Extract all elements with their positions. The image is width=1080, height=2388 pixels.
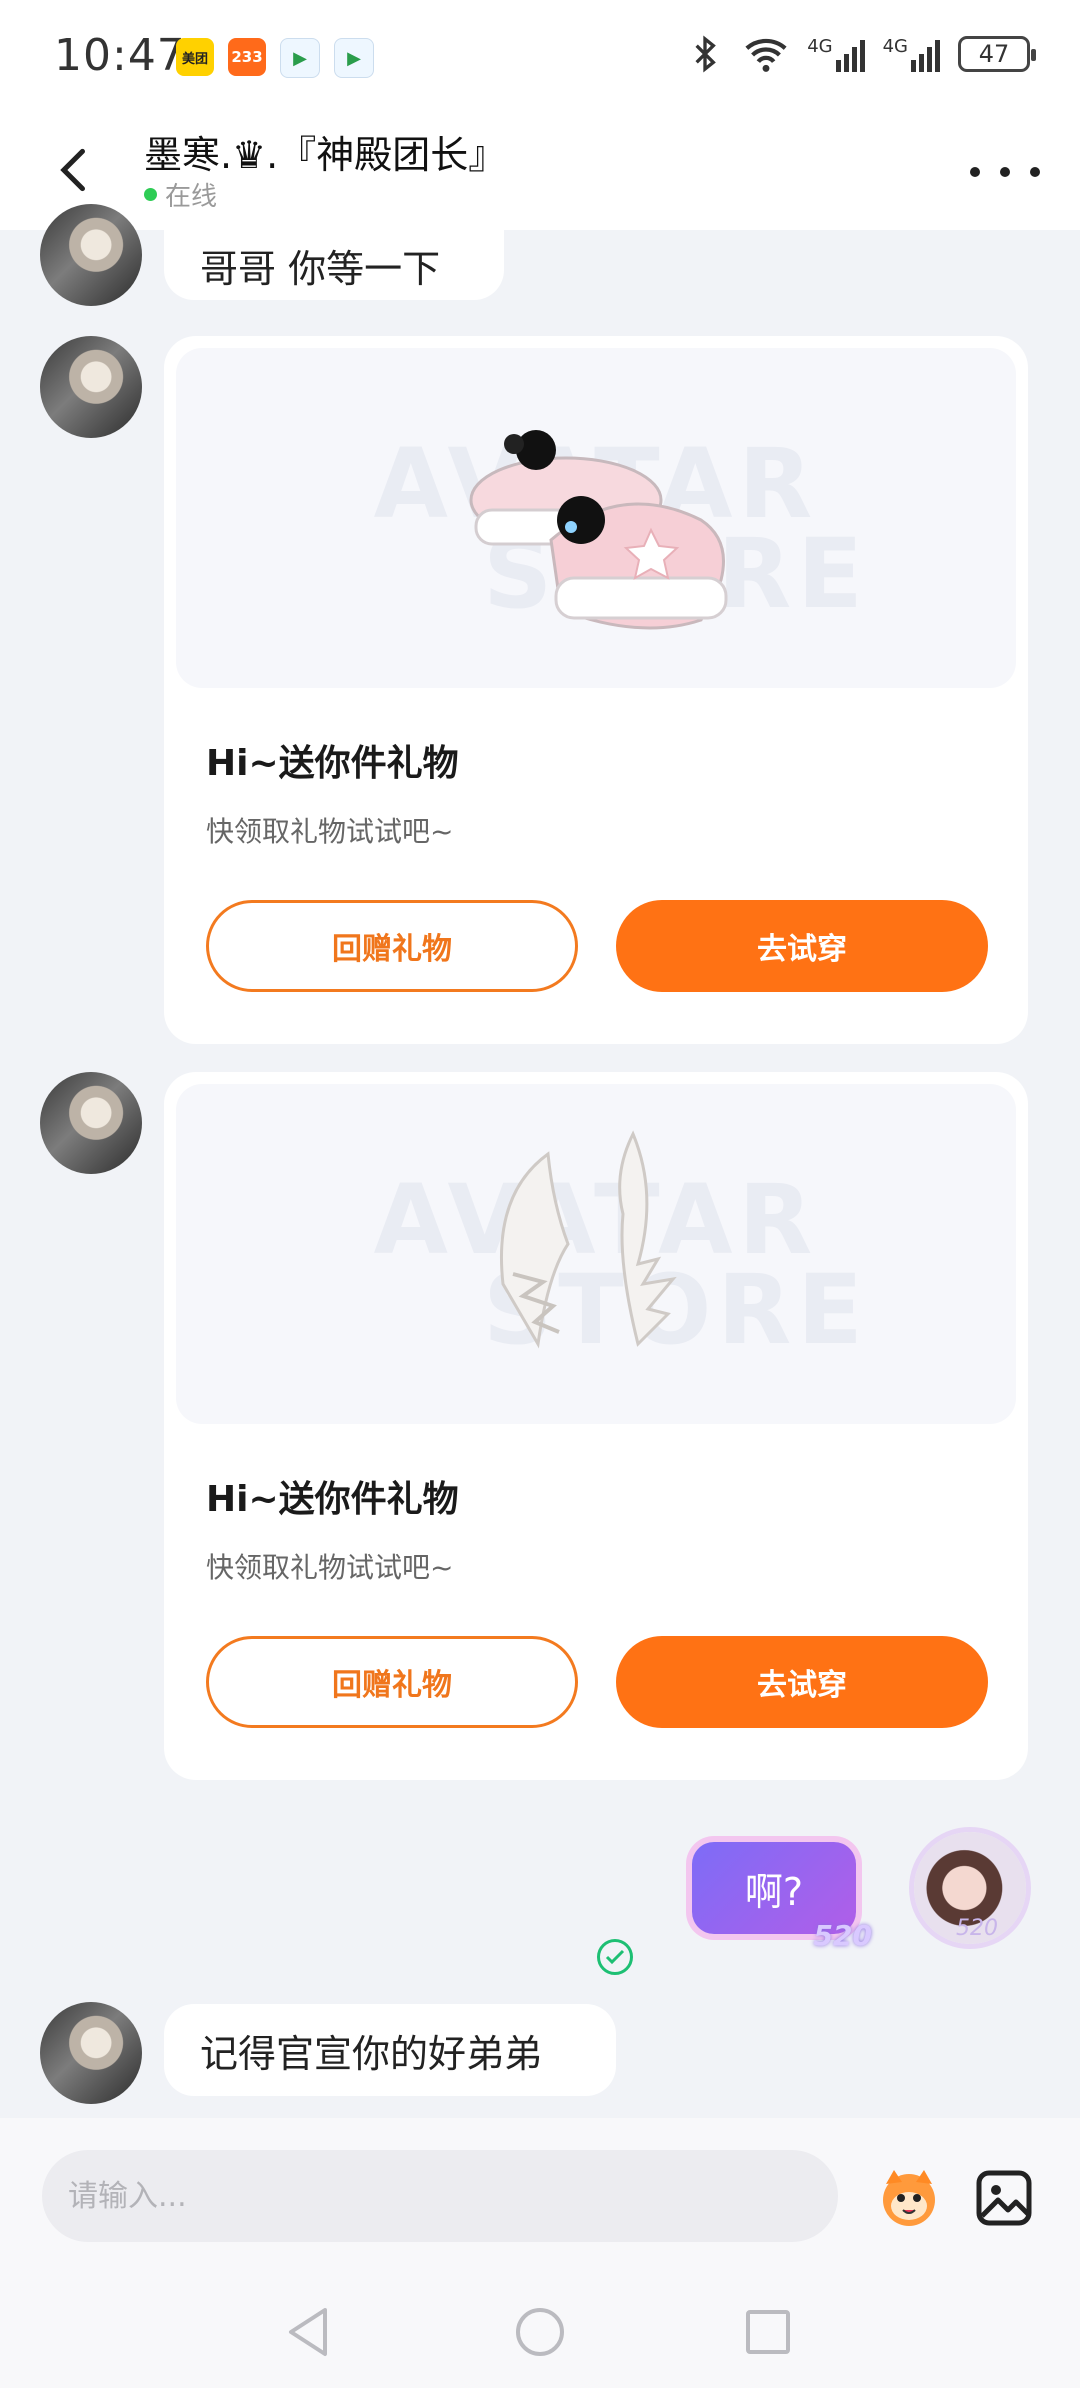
gift-image-sneakers[interactable]: AVATAR STORE: [176, 348, 1016, 688]
gift-subtitle: 快领取礼物试试吧~: [206, 815, 454, 848]
signal-icon-2: 4G: [883, 36, 940, 72]
emoji-button[interactable]: [872, 2164, 946, 2230]
contact-avatar[interactable]: [40, 1072, 142, 1174]
return-gift-button[interactable]: 回赠礼物: [206, 1636, 578, 1728]
battery-icon: 47: [958, 36, 1036, 72]
system-icons: 4G 4G 47: [685, 34, 1036, 74]
online-label: 在线: [165, 182, 218, 212]
meituan-app-icon: 美团: [176, 38, 214, 76]
my-message-bubble[interactable]: 啊? 520: [680, 1828, 872, 1952]
message-input[interactable]: [42, 2150, 838, 2242]
bubble-tag: 520: [813, 1919, 872, 1952]
video-app-icon: ▶: [280, 38, 320, 78]
gift-subtitle: 快领取礼物试试吧~: [206, 1551, 454, 1584]
input-bar: [0, 2118, 1080, 2278]
read-check-icon: [597, 1939, 633, 1975]
try-on-button[interactable]: 去试穿: [616, 900, 988, 992]
system-nav-bar: [0, 2278, 1080, 2388]
signal-icon-1: 4G: [807, 36, 865, 72]
233-app-icon: 233: [228, 38, 266, 76]
gift-image-horns[interactable]: AVATAR STORE: [176, 1084, 1016, 1424]
notification-icons: 美团 233 ▶ ▶: [176, 38, 374, 78]
online-dot: [144, 188, 157, 201]
image-button[interactable]: [976, 2170, 1032, 2226]
gift-card[interactable]: AVATAR STORE Hi~送你件礼物 快领取礼物试试吧~ 回赠礼物 去试穿: [164, 336, 1028, 1044]
try-on-button[interactable]: 去试穿: [616, 1636, 988, 1728]
message-bubble[interactable]: 记得官宣你的好弟弟: [164, 2004, 616, 2096]
video-app-icon-2: ▶: [334, 38, 374, 78]
more-button[interactable]: [970, 152, 1040, 192]
image-icon: [976, 2170, 1032, 2226]
nav-back-button[interactable]: [278, 2302, 338, 2362]
more-icon: [970, 167, 980, 177]
contact-avatar[interactable]: [40, 204, 142, 306]
emoji-icon: [883, 2170, 935, 2226]
sneakers-icon: [469, 430, 728, 630]
horns-icon: [499, 1130, 677, 1349]
gift-title: Hi~送你件礼物: [206, 1479, 459, 1520]
network-label: 4G: [807, 36, 833, 57]
status-time: 10:47: [54, 30, 186, 81]
nav-recents-icon: [746, 2310, 790, 2354]
wifi-icon: [745, 38, 787, 72]
chat-header: 墨寒.♛.『神殿团长』 在线: [0, 110, 1080, 230]
return-gift-button[interactable]: 回赠礼物: [206, 900, 578, 992]
online-status: 在线: [144, 176, 217, 213]
gift-card[interactable]: AVATAR STORE Hi~送你件礼物 快领取礼物试试吧~ 回赠礼物 去试穿: [164, 1072, 1028, 1780]
message-bubble[interactable]: 哥哥 你等一下: [164, 230, 504, 300]
gift-title: Hi~送你件礼物: [206, 743, 459, 784]
network-label-2: 4G: [882, 36, 908, 57]
back-button[interactable]: [44, 140, 104, 200]
back-arrow-icon: [60, 148, 85, 192]
contact-avatar[interactable]: [40, 2002, 142, 2104]
nav-home-button[interactable]: [510, 2302, 570, 2362]
nav-back-icon: [289, 2308, 327, 2356]
status-bar: 10:47 美团 233 ▶ ▶ 4G 4G 47: [0, 0, 1080, 110]
nav-recents-button[interactable]: [738, 2302, 798, 2362]
bluetooth-icon: [695, 35, 717, 73]
avatar-frame-tag: 520: [956, 1916, 998, 1941]
contact-name: 墨寒.♛.『神殿团长』: [144, 133, 507, 177]
contact-avatar[interactable]: [40, 336, 142, 438]
nav-home-icon: [516, 2308, 564, 2356]
